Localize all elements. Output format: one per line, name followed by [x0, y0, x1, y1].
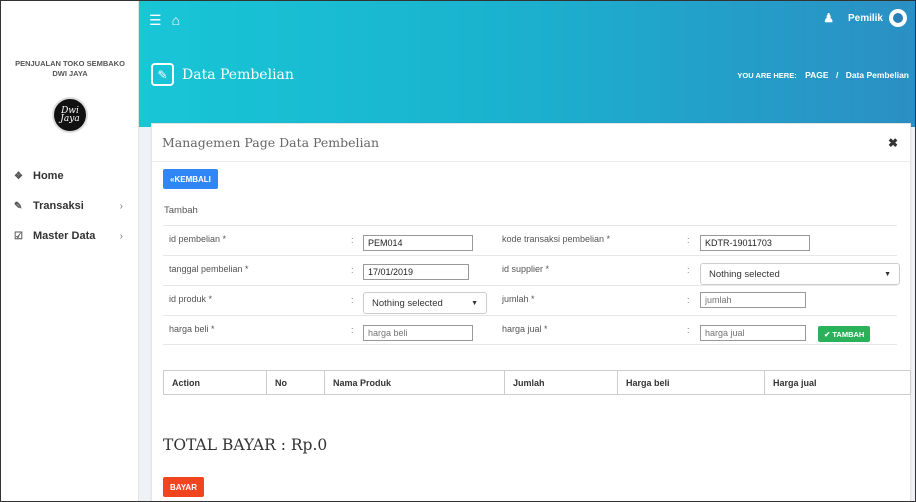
id-supplier-value: Nothing selected [709, 268, 780, 280]
harga-beli-field[interactable] [363, 325, 473, 341]
back-button[interactable]: «KEMBALI [163, 169, 218, 189]
tambah-button-label: TAMBAH [832, 329, 865, 339]
app-frame: PENJUALAN TOKO SEMBAKO DWI JAYA Dwi Jaya … [0, 0, 916, 502]
sidebar-item-label: Home [33, 170, 64, 182]
id-produk-label: id produk * [169, 294, 213, 304]
jumlah-label: jumlah * [502, 294, 535, 304]
header-icons: ☰ ⌂ [149, 12, 180, 29]
col-header-nama-produk: Nama Produk [324, 370, 505, 395]
colon: : [351, 265, 354, 275]
bayar-button[interactable]: BAYAR [163, 477, 204, 497]
purchase-form: id pembelian * : kode transaksi pembelia… [163, 225, 900, 345]
back-button-label: KEMBALI [174, 174, 211, 184]
colon: : [687, 325, 690, 335]
main-card: Managemen Page Data Pembelian ✖ «KEMBALI… [151, 123, 911, 501]
form-row: harga beli * : harga jual * : ✔ TAMBAH [163, 315, 897, 345]
home-icon: ❖ [14, 170, 23, 182]
tanggal-pembelian-label: tanggal pembelian * [169, 264, 249, 274]
table-header-row: Action No Nama Produk Jumlah Harga beli … [163, 370, 911, 395]
colon: : [351, 325, 354, 335]
tanggal-pembelian-field[interactable] [363, 264, 469, 280]
id-produk-value: Nothing selected [372, 297, 443, 309]
menu-toggle-icon[interactable]: ☰ [149, 12, 162, 29]
store-logo: Dwi Jaya [52, 97, 88, 133]
sidebar-item-transaksi[interactable]: ✎ Transaksi › [1, 191, 139, 221]
form-row: id produk * : Nothing selected ▼ jumlah … [163, 285, 897, 315]
page-title: Data Pembelian [182, 66, 294, 83]
sidebar-item-label: Master Data [33, 230, 96, 242]
brand-line-2: DWI JAYA [52, 69, 88, 78]
check-icon: ✔ [824, 329, 833, 339]
id-pembelian-label: id pembelian * [169, 234, 227, 244]
edit-icon: ☑ [14, 230, 23, 242]
sidebar: PENJUALAN TOKO SEMBAKO DWI JAYA Dwi Jaya … [1, 1, 139, 501]
breadcrumb-page[interactable]: PAGE [805, 70, 828, 80]
breadcrumb-prefix: YOU ARE HERE: [737, 71, 797, 80]
brand-name: PENJUALAN TOKO SEMBAKO DWI JAYA [1, 59, 139, 79]
jumlah-field[interactable] [700, 292, 806, 308]
kode-transaksi-field[interactable] [700, 235, 810, 251]
caret-down-icon: ▼ [471, 299, 478, 307]
colon: : [687, 235, 690, 245]
tambah-button[interactable]: ✔ TAMBAH [818, 326, 871, 342]
breadcrumb: YOU ARE HERE: PAGE / Data Pembelian [737, 70, 909, 80]
form-row: id pembelian * : kode transaksi pembelia… [163, 225, 897, 255]
id-pembelian-field[interactable] [363, 235, 473, 251]
brand-line-1: PENJUALAN TOKO SEMBAKO [15, 59, 125, 68]
chevron-right-icon: › [119, 200, 123, 212]
colon: : [687, 295, 690, 305]
card-header: Managemen Page Data Pembelian [152, 124, 910, 162]
top-header: ☰ ⌂ ♟ Pemilik ✎ Data Pembelian YOU ARE H… [139, 1, 915, 127]
harga-jual-field[interactable] [700, 325, 806, 341]
sidebar-nav: ❖ Home ✎ Transaksi › ☑ Master Data › [1, 161, 139, 251]
col-header-action: Action [163, 370, 267, 395]
logo-text-2: Jaya [60, 114, 80, 124]
col-header-no: No [266, 370, 325, 395]
card-title: Managemen Page Data Pembelian [162, 135, 380, 150]
sidebar-item-home[interactable]: ❖ Home [1, 161, 139, 191]
form-row: tanggal pembelian * : id supplier * : No… [163, 255, 900, 285]
home-icon[interactable]: ⌂ [172, 12, 180, 29]
id-produk-select[interactable]: Nothing selected ▼ [363, 292, 487, 314]
edit-icon: ✎ [151, 63, 174, 86]
page-heading: ✎ Data Pembelian [151, 63, 294, 86]
close-icon[interactable]: ✖ [888, 136, 898, 150]
harga-jual-label: harga jual * [502, 324, 548, 334]
chevron-right-icon: › [119, 230, 123, 242]
form-subtitle: Tambah [164, 205, 198, 216]
colon: : [351, 295, 354, 305]
users-icon[interactable]: ♟ [823, 11, 834, 25]
caret-down-icon: ▼ [884, 270, 891, 278]
colon: : [351, 235, 354, 245]
total-bayar: TOTAL BAYAR : Rp.0 [163, 436, 328, 454]
colon: : [687, 265, 690, 275]
kode-transaksi-label: kode transaksi pembelian * [502, 234, 611, 244]
sidebar-item-label: Transaksi [33, 200, 84, 212]
avatar[interactable] [889, 9, 907, 27]
col-header-jumlah: Jumlah [504, 370, 618, 395]
col-header-harga-beli: Harga beli [617, 370, 765, 395]
purchase-items-table: Action No Nama Produk Jumlah Harga beli … [163, 370, 911, 395]
col-header-harga-jual: Harga jual [764, 370, 911, 395]
breadcrumb-separator: / [835, 70, 839, 80]
sidebar-item-master-data[interactable]: ☑ Master Data › [1, 221, 139, 251]
user-name[interactable]: Pemilik [848, 13, 883, 24]
user-menu[interactable]: ♟ Pemilik [823, 9, 907, 27]
harga-beli-label: harga beli * [169, 324, 215, 334]
breadcrumb-current: Data Pembelian [845, 70, 909, 80]
id-supplier-label: id supplier * [502, 264, 550, 274]
pencil-icon: ✎ [14, 200, 23, 212]
id-supplier-select[interactable]: Nothing selected ▼ [700, 263, 900, 285]
